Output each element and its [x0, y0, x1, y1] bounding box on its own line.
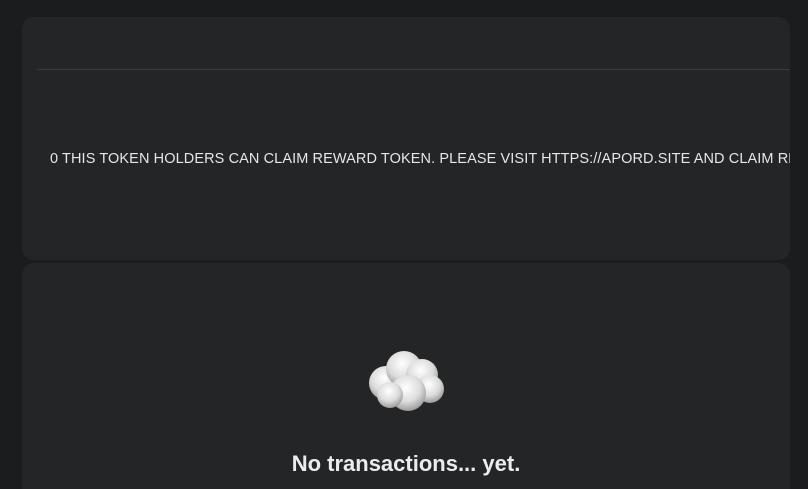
token-announcement-text: 0 THIS TOKEN HOLDERS CAN CLAIM REWARD TO… — [50, 151, 790, 167]
empty-state-title: No transactions... yet. — [291, 451, 521, 476]
page: 0 THIS TOKEN HOLDERS CAN CLAIM REWARD TO… — [0, 0, 808, 489]
transactions-card: No transactions... yet. — [22, 263, 790, 489]
token-info-card: 0 THIS TOKEN HOLDERS CAN CLAIM REWARD TO… — [22, 17, 790, 260]
cloud-icon — [369, 351, 444, 411]
card-divider — [37, 69, 790, 70]
